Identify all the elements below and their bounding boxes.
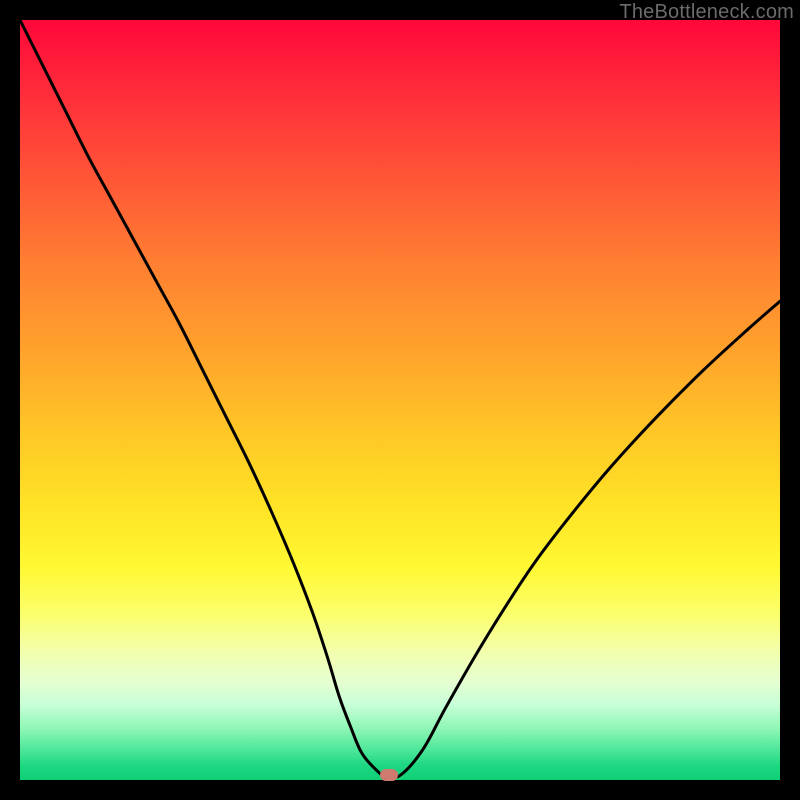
chart-frame: TheBottleneck.com <box>0 0 800 800</box>
optimum-marker <box>380 769 398 781</box>
bottleneck-curve <box>20 20 780 780</box>
plot-area <box>20 20 780 780</box>
watermark-text: TheBottleneck.com <box>619 1 794 24</box>
